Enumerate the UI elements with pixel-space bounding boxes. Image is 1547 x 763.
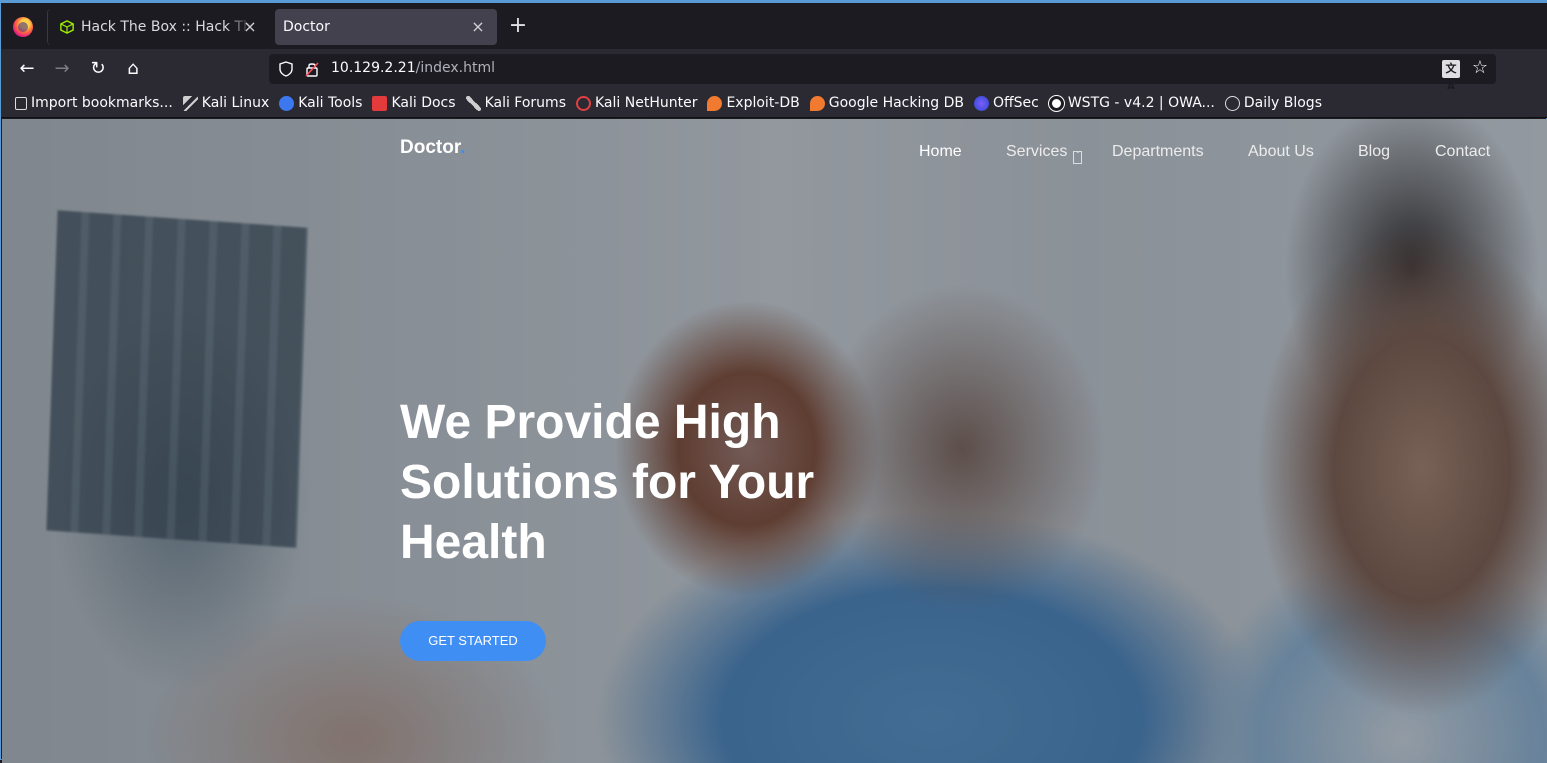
bookmark-label: Kali Linux (201, 95, 270, 111)
forward-icon[interactable]: → (51, 58, 73, 80)
bookmark-google-hacking-db[interactable]: Google Hacking DB (809, 95, 964, 111)
logo-text: Doctor (400, 137, 461, 158)
nav-services[interactable]: Services ▪ (1006, 143, 1083, 164)
kali-dragon-icon (182, 95, 198, 111)
nav-blog[interactable]: Blog (1358, 143, 1390, 161)
logo-dot: . (460, 137, 466, 158)
new-tab-button[interactable]: + (507, 15, 529, 37)
url-path: /index.html (415, 60, 495, 76)
tab-hack-the-box[interactable]: Hack The Box :: Hack The Box × (47, 9, 269, 45)
tab-strip: Hack The Box :: Hack The Box × Doctor × … (1, 3, 1547, 49)
bookmark-label: Kali Forums (484, 95, 566, 111)
kali-forums-icon (465, 95, 481, 111)
back-icon[interactable]: ← (16, 58, 38, 80)
kali-docs-icon (372, 95, 388, 111)
tab-title: Doctor (283, 19, 330, 35)
url-text[interactable]: 10.129.2.21/index.html (331, 60, 495, 76)
ghdb-icon (809, 95, 825, 111)
nav-contact[interactable]: Contact (1435, 143, 1490, 161)
insecure-lock-icon[interactable] (305, 61, 319, 77)
site-logo[interactable]: Doctor. (400, 137, 465, 159)
close-tab-icon[interactable]: × (469, 18, 487, 36)
hack-the-box-cube-icon (60, 20, 74, 34)
bookmark-kali-tools[interactable]: Kali Tools (279, 95, 362, 111)
offsec-icon (973, 95, 989, 111)
get-started-button[interactable]: GET STARTED (400, 621, 546, 661)
bookmark-label: Kali NetHunter (595, 95, 698, 111)
bookmark-star-icon[interactable]: ☆ (1472, 57, 1488, 78)
translate-icon[interactable]: 文A (1442, 60, 1460, 93)
bookmark-kali-forums[interactable]: Kali Forums (465, 95, 566, 111)
firefox-logo-icon[interactable] (13, 17, 33, 37)
close-tab-icon[interactable]: × (241, 18, 259, 36)
bookmark-label: OffSec (992, 95, 1039, 111)
bookmark-label: Import bookmarks... (31, 95, 173, 111)
import-icon (15, 96, 27, 110)
browser-window: Hack The Box :: Hack The Box × Doctor × … (0, 0, 1547, 763)
bookmark-wstg[interactable]: WSTG - v4.2 | OWA... (1048, 95, 1215, 111)
shield-icon[interactable] (279, 61, 293, 77)
tab-title: Hack The Box :: Hack The Box (81, 19, 251, 35)
kali-tools-icon (279, 95, 295, 111)
exploit-db-icon (707, 95, 723, 111)
bookmark-label: Kali Docs (391, 95, 456, 111)
bookmark-daily-blogs[interactable]: Daily Blogs (1224, 95, 1322, 111)
bookmark-kali-linux[interactable]: Kali Linux (182, 95, 270, 111)
navigation-toolbar: ← → ↻ ⌂ 10.129.2.21/index.html 文A ☆ (1, 49, 1547, 93)
globe-icon (1224, 95, 1240, 111)
owasp-icon (1048, 95, 1064, 111)
bookmark-label: Exploit-DB (726, 95, 800, 111)
tab-doctor[interactable]: Doctor × (275, 9, 497, 45)
page-viewport: Doctor. Home Services ▪ Departments About… (2, 119, 1547, 763)
bookmark-exploit-db[interactable]: Exploit-DB (707, 95, 800, 111)
bookmark-kali-docs[interactable]: Kali Docs (372, 95, 456, 111)
bookmarks-toolbar: Import bookmarks... Kali Linux Kali Tool… (1, 89, 1547, 118)
hero-title: We Provide High Solutions for Your Healt… (400, 396, 815, 569)
nav-about-us[interactable]: About Us (1248, 143, 1314, 161)
reload-icon[interactable]: ↻ (87, 58, 109, 80)
home-icon[interactable]: ⌂ (122, 58, 144, 80)
nethunter-icon (576, 95, 591, 111)
bookmark-label: Daily Blogs (1243, 95, 1322, 111)
bookmark-offsec[interactable]: OffSec (973, 95, 1039, 111)
bookmark-label: WSTG - v4.2 | OWA... (1067, 95, 1215, 111)
nav-services-label: Services (1006, 143, 1068, 160)
url-host: 10.129.2.21 (331, 60, 416, 76)
nav-home[interactable]: Home (919, 143, 962, 161)
dropdown-icon: ▪ (1073, 150, 1083, 164)
address-bar[interactable]: 10.129.2.21/index.html 文A ☆ (269, 54, 1496, 93)
bookmark-label: Google Hacking DB (828, 95, 964, 111)
nav-departments[interactable]: Departments (1112, 143, 1204, 161)
bookmark-label: Kali Tools (298, 95, 363, 111)
bookmark-kali-nethunter[interactable]: Kali NetHunter (576, 95, 697, 111)
bookmark-import[interactable]: Import bookmarks... (15, 95, 173, 111)
